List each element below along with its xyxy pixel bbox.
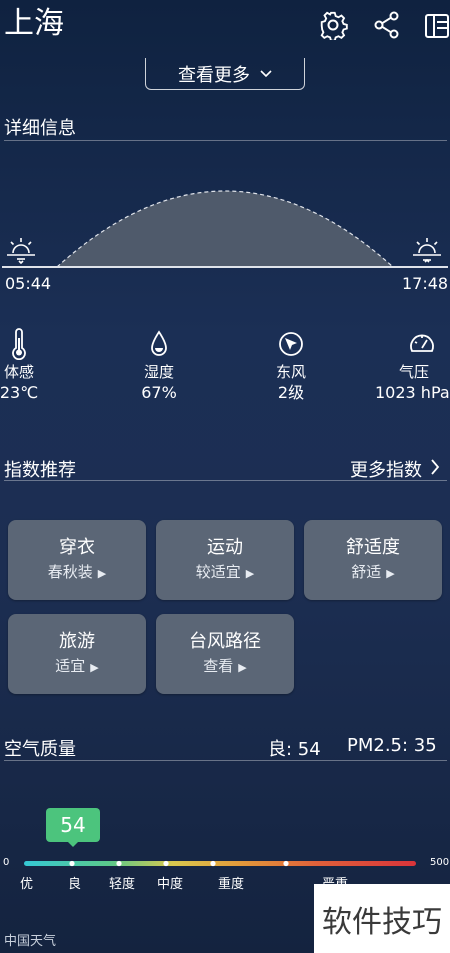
wind-direction-icon xyxy=(251,328,331,360)
sunset-time: 17:48 xyxy=(402,274,449,293)
share-icon[interactable] xyxy=(372,10,402,40)
index-card-typhoon[interactable]: 台风路径 查看 ▶ xyxy=(156,614,294,694)
caret-right-icon: ▶ xyxy=(386,567,395,580)
air-quality-title: 空气质量 xyxy=(4,739,76,760)
index-card-title: 舒适度 xyxy=(346,537,400,558)
index-card-title: 穿衣 xyxy=(59,537,95,558)
metric-pressure: 气压 1023 hPa xyxy=(372,328,450,404)
divider xyxy=(4,480,447,481)
index-card-sub: 查看 xyxy=(203,657,234,675)
indices-title: 指数推荐 xyxy=(4,460,76,481)
aqi-scale-bar xyxy=(24,860,416,867)
metric-value: 1023 hPa xyxy=(375,383,450,402)
data-source: 中国天气 xyxy=(4,934,57,949)
sun-path-arc xyxy=(2,190,448,268)
aqi-value-badge: 54 xyxy=(46,808,100,842)
aqi-level-label: 重度 xyxy=(218,877,245,892)
index-card-sub: 适宜 xyxy=(55,657,86,675)
metric-humidity: 湿度 67% xyxy=(119,328,199,404)
aqi-level-label: 良 xyxy=(68,877,82,892)
chevron-right-icon xyxy=(430,458,440,481)
divider xyxy=(4,140,447,141)
aqi-level-label: 中度 xyxy=(157,877,184,892)
settings-gear-icon[interactable] xyxy=(318,10,348,42)
index-card-title: 旅游 xyxy=(59,631,95,652)
sunset-icon xyxy=(411,236,443,268)
sunrise-time: 05:44 xyxy=(5,274,52,293)
metric-value: 2级 xyxy=(277,383,305,402)
caret-right-icon: ▶ xyxy=(90,661,99,674)
metric-label: 湿度 xyxy=(143,363,174,381)
badge-pointer xyxy=(67,841,79,847)
details-title: 详细信息 xyxy=(4,118,76,139)
index-card-sub: 春秋装 xyxy=(47,563,93,581)
divider xyxy=(4,760,447,761)
index-card-sub: 舒适 xyxy=(351,563,382,581)
pressure-gauge-icon xyxy=(372,328,450,360)
aqi-level-label: 轻度 xyxy=(109,877,136,892)
index-card-travel[interactable]: 旅游 适宜 ▶ xyxy=(8,614,146,694)
metric-wind: 东风 2级 xyxy=(251,328,331,404)
aqi-level-label: 优 xyxy=(20,877,34,892)
more-indices-link[interactable]: 更多指数 xyxy=(350,456,440,482)
view-more-button[interactable]: 查看更多 xyxy=(145,58,305,90)
metric-value: 23℃ xyxy=(0,383,39,402)
metric-label: 气压 xyxy=(398,363,429,381)
aqi-level-text: 良: 54 xyxy=(268,739,321,760)
index-card-sport[interactable]: 运动 较适宜 ▶ xyxy=(156,520,294,600)
metric-label: 东风 xyxy=(275,363,306,381)
view-more-label: 查看更多 xyxy=(178,64,250,86)
index-card-title: 台风路径 xyxy=(189,631,261,652)
caret-right-icon: ▶ xyxy=(245,567,255,580)
city-name: 上海 xyxy=(4,6,64,41)
humidity-drop-icon xyxy=(119,328,199,360)
index-card-sub: 较适宜 xyxy=(195,563,241,581)
thermometer-icon xyxy=(0,328,59,360)
pm25-text: PM2.5: 35 xyxy=(347,735,437,756)
sunrise-icon xyxy=(5,236,37,268)
index-card-comfort[interactable]: 舒适度 舒适 ▶ xyxy=(304,520,442,600)
watermark-overlay: 软件技巧 xyxy=(314,884,450,953)
metric-value: 67% xyxy=(141,383,177,402)
metric-label: 体感 xyxy=(3,363,34,381)
index-card-title: 运动 xyxy=(207,537,243,558)
chevron-down-icon xyxy=(260,66,272,82)
more-indices-label: 更多指数 xyxy=(350,460,422,481)
index-card-clothing[interactable]: 穿衣 春秋装 ▶ xyxy=(8,520,146,600)
metric-feels-like: 体感 23℃ xyxy=(0,328,59,404)
caret-right-icon: ▶ xyxy=(238,661,247,674)
menu-list-icon[interactable] xyxy=(424,10,450,40)
caret-right-icon: ▶ xyxy=(97,567,107,580)
